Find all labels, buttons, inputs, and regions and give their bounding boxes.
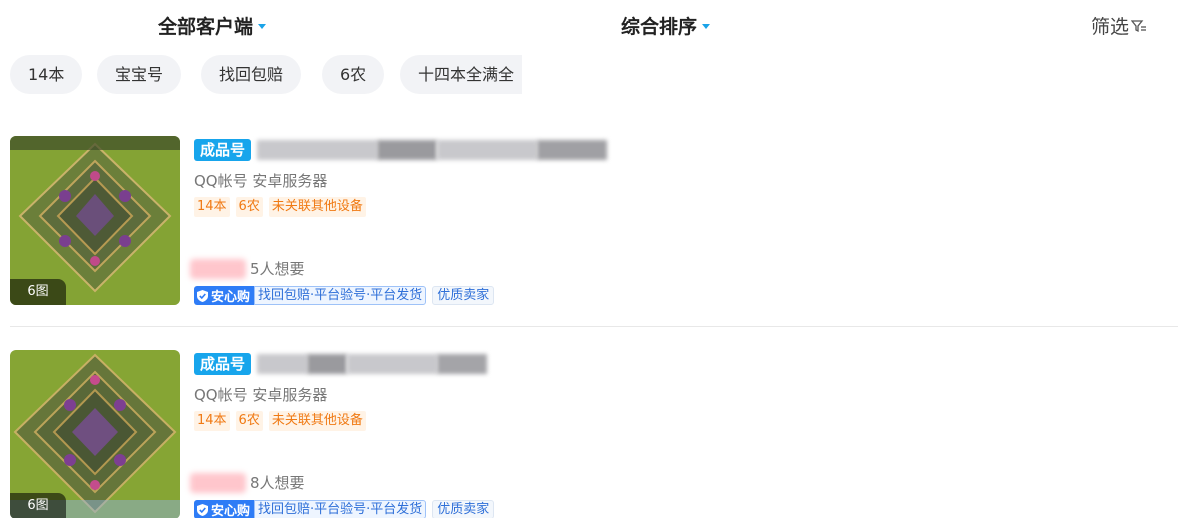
client-filter-label: 全部客户端 [158, 16, 254, 38]
guarantee-row: 安心购 找回包赔·平台验号·平台发货 优质卖家 [194, 500, 495, 518]
listing-thumbnail[interactable]: 6图 [10, 350, 180, 518]
sort-dropdown[interactable]: 综合排序 [621, 12, 711, 39]
attribute-tags: 14本 6农 未关联其他设备 [194, 197, 372, 217]
attribute-tag: 14本 [194, 411, 230, 431]
finished-account-badge: 成品号 [194, 139, 252, 161]
anxin-label: 安心购 [211, 290, 251, 305]
anxin-badge: 安心购 [194, 286, 255, 305]
guarantee-items: 找回包赔·平台验号·平台发货 [254, 500, 427, 518]
blurred-title [257, 139, 608, 161]
attribute-tag: 未关联其他设备 [268, 411, 366, 431]
shield-check-icon [197, 503, 208, 516]
divider [10, 326, 1178, 327]
price-row: 8人想要 [190, 472, 305, 493]
tag-chip[interactable]: 6农 [322, 55, 385, 94]
filter-icon [1131, 19, 1147, 32]
tag-chip[interactable]: 宝宝号 [97, 55, 182, 94]
quick-tag-row: 14本 宝宝号 找回包赔 6农 十四本全满全 [10, 55, 522, 95]
seller-tag: 优质卖家 [432, 286, 495, 305]
blurred-price [190, 472, 246, 493]
shield-check-icon [197, 289, 208, 302]
want-count: 8人想要 [250, 474, 305, 492]
account-type-text: QQ帐号 安卓服务器 [194, 386, 328, 404]
guarantee-row: 安心购 找回包赔·平台验号·平台发货 优质卖家 [194, 286, 495, 305]
attribute-tag: 未关联其他设备 [268, 197, 366, 217]
listing-title-row: 成品号 [194, 352, 488, 376]
account-type-text: QQ帐号 安卓服务器 [194, 172, 328, 190]
finished-account-badge: 成品号 [194, 353, 252, 375]
tag-chip[interactable]: 14本 [10, 55, 83, 94]
listing-info: 成品号 QQ帐号 安卓服务器 14本 6农 未关联其他设备 5人想要 安心购 找… [190, 136, 1174, 308]
filter-bar: 全部客户端 综合排序 筛选 [0, 0, 1178, 48]
image-count-badge: 6图 [10, 493, 66, 518]
blurred-price [190, 258, 246, 279]
filter-label: 筛选 [1091, 16, 1130, 38]
anxin-label: 安心购 [211, 504, 251, 518]
price-row: 5人想要 [190, 258, 305, 279]
listing-thumbnail[interactable]: 6图 [10, 136, 180, 305]
caret-down-icon [258, 24, 267, 29]
client-filter-dropdown[interactable]: 全部客户端 [158, 12, 267, 39]
guarantee-items: 找回包赔·平台验号·平台发货 [254, 286, 427, 305]
anxin-badge: 安心购 [194, 500, 255, 518]
attribute-tags: 14本 6农 未关联其他设备 [194, 411, 372, 431]
attribute-tag: 6农 [235, 197, 263, 217]
attribute-tag: 14本 [194, 197, 230, 217]
tag-chip[interactable]: 十四本全满全 [400, 55, 522, 94]
attribute-tag: 6农 [235, 411, 263, 431]
blurred-title [257, 353, 488, 375]
listing-title-row: 成品号 [194, 138, 608, 162]
seller-tag: 优质卖家 [432, 500, 495, 518]
listing-card[interactable]: 6图 成品号 QQ帐号 安卓服务器 14本 6农 未关联其他设备 8人想要 安心 [10, 350, 1178, 518]
listing-card[interactable]: 6图 成品号 QQ帐号 安卓服务器 14本 6农 未关联其他设备 5人想要 安心 [10, 136, 1178, 308]
tag-chip[interactable]: 找回包赔 [201, 55, 302, 94]
listing-info: 成品号 QQ帐号 安卓服务器 14本 6农 未关联其他设备 8人想要 安心购 找… [190, 350, 1174, 518]
filter-button[interactable]: 筛选 [1091, 12, 1147, 39]
want-count: 5人想要 [250, 260, 305, 278]
sort-label: 综合排序 [621, 16, 698, 38]
image-count-badge: 6图 [10, 279, 66, 305]
caret-down-icon [702, 24, 711, 29]
